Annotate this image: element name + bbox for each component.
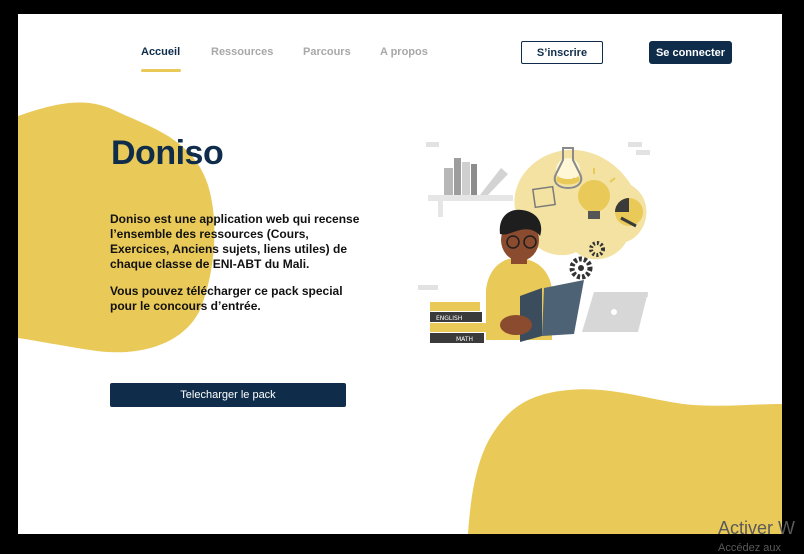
bottom-right-blob bbox=[468, 389, 782, 534]
book-label-math: MATH bbox=[456, 336, 473, 343]
activation-watermark: Activer W bbox=[718, 518, 796, 538]
student-reading-illustration: ENGLISH MATH bbox=[418, 142, 650, 343]
hero-description: Doniso est une application web qui recen… bbox=[110, 212, 360, 271]
download-pack-button[interactable]: Telecharger le pack bbox=[110, 383, 346, 407]
signup-button[interactable]: S’inscrire bbox=[521, 41, 603, 64]
login-button[interactable]: Se connecter bbox=[649, 41, 732, 64]
activation-watermark-subtext: Accédez aux bbox=[718, 542, 781, 554]
nav-home[interactable]: Accueil bbox=[141, 46, 180, 58]
nav-paths[interactable]: Parcours bbox=[303, 46, 351, 58]
app-page: Accueil Ressources Parcours A propos S’i… bbox=[18, 14, 782, 534]
page-title: Doniso bbox=[111, 134, 224, 172]
nav-resources[interactable]: Ressources bbox=[211, 46, 273, 58]
book-label-english: ENGLISH bbox=[436, 315, 462, 322]
nav-about[interactable]: A propos bbox=[380, 46, 428, 58]
hero-note: Vous pouvez télécharger ce pack special … bbox=[110, 284, 343, 313]
nav-active-indicator bbox=[141, 69, 181, 72]
